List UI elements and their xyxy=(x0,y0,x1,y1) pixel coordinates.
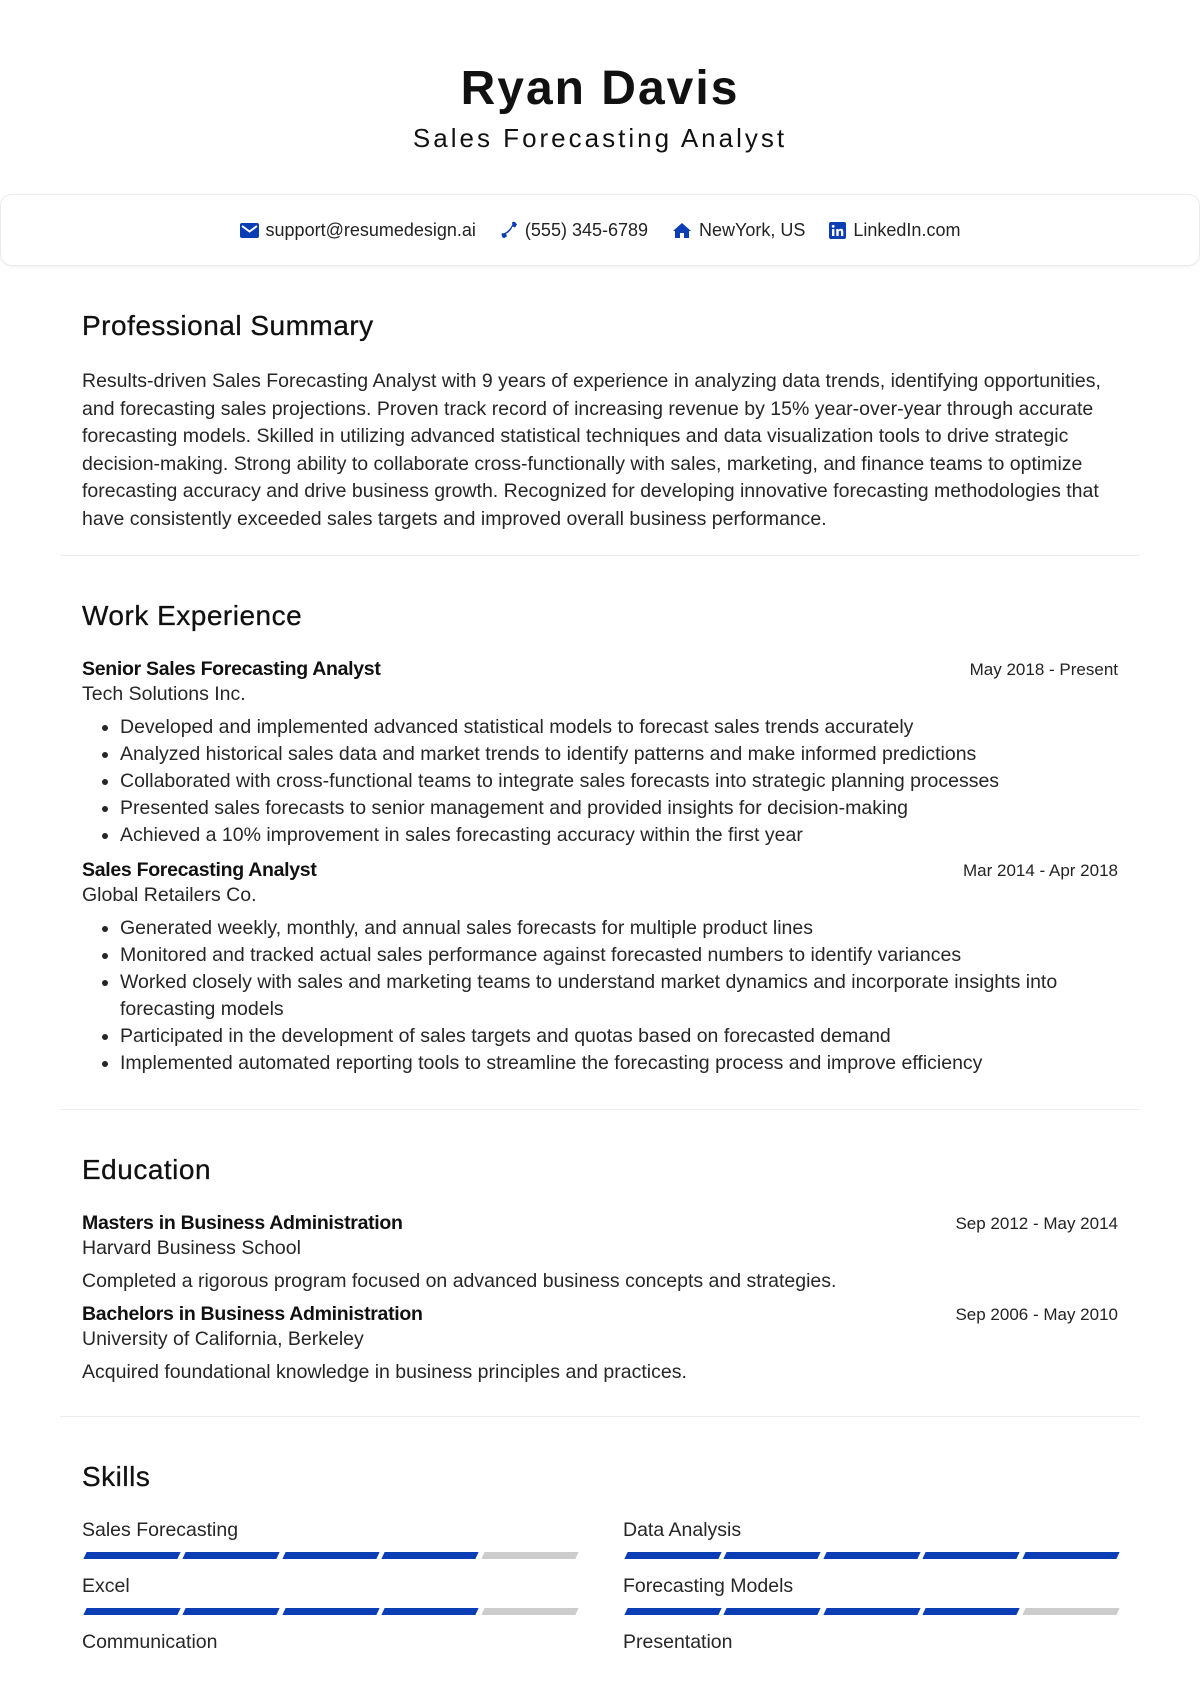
skill-rating-bar xyxy=(82,1608,579,1615)
skill-name: Excel xyxy=(82,1575,130,1597)
degree-name: Masters in Business Administration xyxy=(82,1212,403,1234)
candidate-name: Ryan Davis xyxy=(460,62,740,115)
contact-linkedin[interactable]: LinkedIn.com xyxy=(829,220,960,241)
resume-header: Ryan Davis Sales Forecasting Analyst xyxy=(0,0,1200,154)
education-description: Acquired foundational knowledge in busin… xyxy=(82,1361,687,1383)
job-entry: Senior Sales Forecasting Analyst May 201… xyxy=(82,658,1118,849)
skill-item: Data Analysis xyxy=(623,1519,1120,1559)
resume-content: Professional Summary Results-driven Sale… xyxy=(0,266,1200,1686)
job-bullet: Collaborated with cross-functional teams… xyxy=(120,768,1118,795)
education-dates: Sep 2012 - May 2014 xyxy=(955,1214,1118,1233)
job-bullet: Presented sales forecasts to senior mana… xyxy=(120,795,1118,822)
skill-segment-filled xyxy=(922,1552,1021,1559)
degree-name: Bachelors in Business Administration xyxy=(82,1303,423,1325)
contact-phone-text: (555) 345-6789 xyxy=(524,219,649,240)
job-role: Sales Forecasting Analyst xyxy=(82,859,317,881)
job-bullet: Monitored and tracked actual sales perfo… xyxy=(120,942,1118,969)
job-bullet: Worked closely with sales and marketing … xyxy=(120,969,1118,1023)
skill-segment-filled xyxy=(381,1552,480,1559)
skill-rating-bar xyxy=(82,1552,579,1559)
education-entry: Masters in Business Administration Sep 2… xyxy=(82,1212,1118,1293)
contact-phone[interactable]: (555) 345-6789 xyxy=(500,220,648,241)
skills-grid: Sales Forecasting Data Analysis Excel Fo… xyxy=(82,1519,1120,1664)
skill-segment-empty xyxy=(480,1552,579,1559)
skill-segment-filled xyxy=(182,1608,281,1615)
education-section: Education Masters in Business Administra… xyxy=(60,1110,1140,1417)
skill-item: Sales Forecasting xyxy=(82,1519,579,1559)
skill-item: Presentation xyxy=(623,1631,1118,1664)
contact-email-text: support@resumedesign.ai xyxy=(265,219,476,240)
contact-email[interactable]: support@resumedesign.ai xyxy=(239,219,476,241)
skills-section: Skills Sales Forecasting Data Analysis E… xyxy=(60,1417,1140,1686)
skill-segment-filled xyxy=(282,1552,380,1559)
job-role: Senior Sales Forecasting Analyst xyxy=(82,658,381,680)
home-icon xyxy=(672,222,692,239)
school-name: University of California, Berkeley xyxy=(82,1328,364,1350)
education-entry: Bachelors in Business Administration Sep… xyxy=(82,1303,1118,1384)
education-description: Completed a rigorous program focused on … xyxy=(82,1270,837,1292)
skill-segment-filled xyxy=(282,1608,380,1615)
skill-item: Excel xyxy=(82,1575,579,1615)
phone-icon xyxy=(500,221,518,239)
job-entry: Sales Forecasting Analyst Mar 2014 - Apr… xyxy=(82,859,1118,1077)
skill-name: Communication xyxy=(82,1631,218,1653)
job-bullet: Generated weekly, monthly, and annual sa… xyxy=(120,915,1118,942)
skill-name: Data Analysis xyxy=(623,1519,742,1541)
skill-item: Forecasting Models xyxy=(623,1575,1120,1615)
job-bullets: Developed and implemented advanced stati… xyxy=(82,714,1118,849)
section-heading: Skills xyxy=(82,1461,151,1492)
envelope-icon xyxy=(239,222,259,238)
job-bullet: Participated in the development of sales… xyxy=(120,1023,1118,1050)
contact-linkedin-text: LinkedIn.com xyxy=(853,219,961,240)
skill-segment-filled xyxy=(922,1608,1021,1615)
school-name: Harvard Business School xyxy=(82,1237,301,1259)
linkedin-icon xyxy=(829,221,847,239)
section-heading: Professional Summary xyxy=(82,310,374,341)
education-dates: Sep 2006 - May 2010 xyxy=(955,1305,1118,1324)
job-dates: May 2018 - Present xyxy=(969,660,1118,679)
skill-name: Forecasting Models xyxy=(623,1575,794,1597)
skill-segment-filled xyxy=(823,1608,921,1615)
section-heading: Work Experience xyxy=(82,600,303,631)
skill-segment-filled xyxy=(823,1552,921,1559)
skill-segment-filled xyxy=(723,1552,822,1559)
job-bullets: Generated weekly, monthly, and annual sa… xyxy=(82,915,1118,1077)
contact-bar: support@resumedesign.ai (555) 345-6789 N… xyxy=(0,194,1200,266)
skill-segment-filled xyxy=(723,1608,822,1615)
skill-segment-filled xyxy=(83,1608,182,1615)
skill-name: Sales Forecasting xyxy=(82,1519,239,1541)
skill-segment-filled xyxy=(624,1552,723,1559)
skill-segment-filled xyxy=(624,1608,723,1615)
experience-section: Work Experience Senior Sales Forecasting… xyxy=(60,556,1140,1110)
job-bullet: Implemented automated reporting tools to… xyxy=(120,1050,1118,1077)
skill-rating-bar xyxy=(623,1608,1120,1615)
job-company: Global Retailers Co. xyxy=(82,884,257,906)
skill-segment-filled xyxy=(1021,1552,1120,1559)
job-dates: Mar 2014 - Apr 2018 xyxy=(963,861,1118,880)
contact-location: NewYork, US xyxy=(672,220,805,241)
summary-text: Results-driven Sales Forecasting Analyst… xyxy=(82,370,1101,530)
skill-name: Presentation xyxy=(623,1631,733,1653)
skill-rating-bar xyxy=(623,1552,1120,1559)
skill-segment-empty xyxy=(480,1608,579,1615)
skill-segment-empty xyxy=(1021,1608,1120,1615)
summary-section: Professional Summary Results-driven Sale… xyxy=(60,266,1140,556)
contact-location-text: NewYork, US xyxy=(699,219,806,240)
skill-segment-filled xyxy=(182,1552,281,1559)
section-heading: Education xyxy=(82,1154,212,1185)
job-bullet: Developed and implemented advanced stati… xyxy=(120,714,1118,741)
job-company: Tech Solutions Inc. xyxy=(82,683,246,705)
skill-segment-filled xyxy=(381,1608,480,1615)
candidate-title: Sales Forecasting Analyst xyxy=(412,123,788,153)
job-bullet: Analyzed historical sales data and marke… xyxy=(120,741,1118,768)
job-bullet: Achieved a 10% improvement in sales fore… xyxy=(120,822,1118,849)
skill-segment-filled xyxy=(83,1552,182,1559)
skill-item: Communication xyxy=(82,1631,577,1664)
